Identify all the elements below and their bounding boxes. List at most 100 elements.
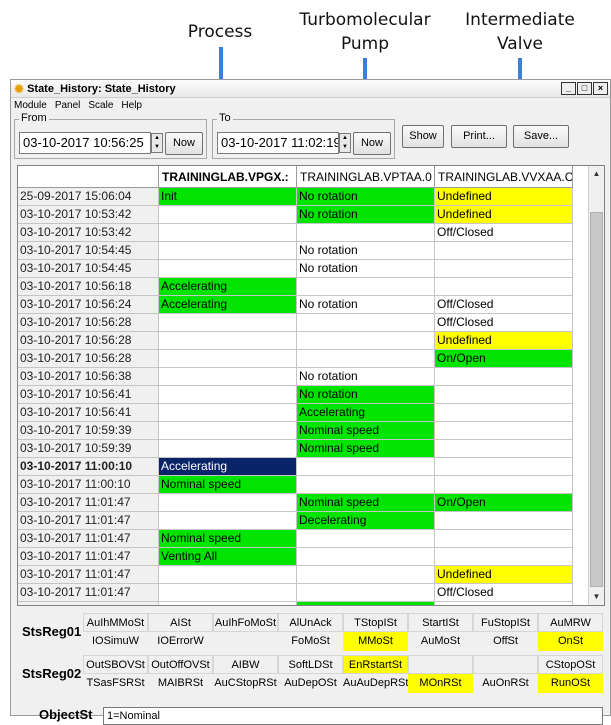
process-cell[interactable]: [159, 422, 297, 440]
turbo-pump-cell[interactable]: Nominal speed: [297, 422, 435, 440]
process-cell[interactable]: Accelerating: [159, 278, 297, 296]
process-cell[interactable]: [159, 602, 297, 605]
menu-help[interactable]: Help: [121, 100, 142, 111]
valve-cell[interactable]: [435, 530, 573, 548]
turbo-pump-cell[interactable]: Decelerating: [297, 512, 435, 530]
turbo-pump-cell[interactable]: No rotation: [297, 296, 435, 314]
close-icon[interactable]: ×: [593, 82, 608, 95]
turbo-pump-cell[interactable]: [297, 566, 435, 584]
valve-cell[interactable]: Undefined: [435, 332, 573, 350]
from-now-button[interactable]: Now: [165, 132, 203, 155]
turbo-pump-cell[interactable]: Nominal speed: [297, 440, 435, 458]
valve-cell[interactable]: Undefined: [435, 188, 573, 206]
save-button[interactable]: Save...: [513, 125, 569, 148]
header-process[interactable]: TRAININGLAB.VPGX.:: [159, 166, 297, 188]
from-spinner[interactable]: ▲ ▼: [151, 133, 163, 153]
time-cell[interactable]: 03-10-2017 10:59:39: [18, 422, 159, 440]
time-cell[interactable]: 03-10-2017 11:02:27: [18, 602, 159, 605]
process-cell[interactable]: Venting All: [159, 548, 297, 566]
valve-cell[interactable]: Off/Closed: [435, 224, 573, 242]
time-cell[interactable]: 03-10-2017 10:56:18: [18, 278, 159, 296]
table-row[interactable]: 03-10-2017 10:53:42 Off/Closed: [18, 224, 573, 242]
time-cell[interactable]: 03-10-2017 10:53:42: [18, 224, 159, 242]
turbo-pump-cell[interactable]: [297, 476, 435, 494]
process-cell[interactable]: Nominal speed: [159, 530, 297, 548]
time-cell[interactable]: 03-10-2017 11:01:47: [18, 548, 159, 566]
process-cell[interactable]: [159, 242, 297, 260]
time-cell[interactable]: 03-10-2017 10:56:38: [18, 368, 159, 386]
table-row[interactable]: 03-10-2017 11:01:47 Nominal speed: [18, 530, 573, 548]
turbo-pump-cell[interactable]: [297, 224, 435, 242]
valve-cell[interactable]: Undefined: [435, 566, 573, 584]
process-cell[interactable]: Init: [159, 188, 297, 206]
time-cell[interactable]: 03-10-2017 11:01:47: [18, 584, 159, 602]
time-cell[interactable]: 03-10-2017 11:01:47: [18, 494, 159, 512]
table-row[interactable]: 03-10-2017 11:02:27 Decelerating: [18, 602, 573, 605]
time-cell[interactable]: 03-10-2017 10:53:42: [18, 206, 159, 224]
to-now-button[interactable]: Now: [353, 132, 391, 155]
menu-module[interactable]: Module: [14, 100, 47, 111]
table-row[interactable]: 03-10-2017 10:53:42 No rotation Undefined: [18, 206, 573, 224]
show-button[interactable]: Show: [402, 125, 444, 148]
turbo-pump-cell[interactable]: No rotation: [297, 386, 435, 404]
process-cell[interactable]: [159, 332, 297, 350]
turbo-pump-cell[interactable]: No rotation: [297, 368, 435, 386]
process-cell[interactable]: [159, 512, 297, 530]
valve-cell[interactable]: [435, 602, 573, 605]
table-row[interactable]: 03-10-2017 10:56:41 No rotation: [18, 386, 573, 404]
table-row[interactable]: 03-10-2017 10:56:18 Accelerating: [18, 278, 573, 296]
print-button[interactable]: Print...: [451, 125, 507, 148]
valve-cell[interactable]: Off/Closed: [435, 296, 573, 314]
restore-icon[interactable]: □: [577, 82, 592, 95]
scroll-up-icon[interactable]: ▲: [589, 166, 604, 182]
minimize-icon[interactable]: _: [561, 82, 576, 95]
turbo-pump-cell[interactable]: [297, 314, 435, 332]
time-cell[interactable]: 03-10-2017 10:54:45: [18, 260, 159, 278]
valve-cell[interactable]: [435, 368, 573, 386]
valve-cell[interactable]: On/Open: [435, 350, 573, 368]
table-row[interactable]: 03-10-2017 10:54:45 No rotation: [18, 242, 573, 260]
from-date-input[interactable]: 03-10-2017 10:56:25: [19, 132, 151, 154]
table-row[interactable]: 03-10-2017 11:01:47 Venting All: [18, 548, 573, 566]
turbo-pump-cell[interactable]: No rotation: [297, 260, 435, 278]
process-cell[interactable]: [159, 368, 297, 386]
valve-cell[interactable]: [435, 404, 573, 422]
turbo-pump-cell[interactable]: Nominal speed: [297, 494, 435, 512]
header-time[interactable]: [18, 166, 159, 188]
time-cell[interactable]: 03-10-2017 10:56:28: [18, 314, 159, 332]
turbo-pump-cell[interactable]: [297, 530, 435, 548]
table-row[interactable]: 25-09-2017 15:06:04 Init No rotation Undefi…: [18, 188, 573, 206]
process-cell[interactable]: Accelerating: [159, 458, 297, 476]
valve-cell[interactable]: [435, 386, 573, 404]
turbo-pump-cell[interactable]: No rotation: [297, 206, 435, 224]
valve-cell[interactable]: [435, 512, 573, 530]
table-row[interactable]: 03-10-2017 11:01:47 Decelerating: [18, 512, 573, 530]
table-row[interactable]: 03-10-2017 11:01:47 Nominal speed On/Open: [18, 494, 573, 512]
time-cell[interactable]: 03-10-2017 10:56:28: [18, 332, 159, 350]
valve-cell[interactable]: Off/Closed: [435, 314, 573, 332]
valve-cell[interactable]: [435, 458, 573, 476]
turbo-pump-cell[interactable]: [297, 548, 435, 566]
table-row[interactable]: 03-10-2017 11:01:47 Undefined: [18, 566, 573, 584]
turbo-pump-cell[interactable]: No rotation: [297, 188, 435, 206]
turbo-pump-cell[interactable]: Accelerating: [297, 404, 435, 422]
to-spinner[interactable]: ▲ ▼: [339, 133, 351, 153]
table-row[interactable]: 03-10-2017 10:56:24 Accelerating No rotati…: [18, 296, 573, 314]
table-row[interactable]: 03-10-2017 10:56:28 Undefined: [18, 332, 573, 350]
header-valve[interactable]: TRAININGLAB.VVXAA.C: [435, 166, 573, 188]
valve-cell[interactable]: [435, 548, 573, 566]
time-cell[interactable]: 03-10-2017 11:01:47: [18, 530, 159, 548]
process-cell[interactable]: [159, 260, 297, 278]
process-cell[interactable]: [159, 314, 297, 332]
turbo-pump-cell[interactable]: [297, 332, 435, 350]
table-row[interactable]: 03-10-2017 10:56:28 Off/Closed: [18, 314, 573, 332]
time-cell[interactable]: 03-10-2017 10:56:24: [18, 296, 159, 314]
valve-cell[interactable]: [435, 260, 573, 278]
to-date-input[interactable]: 03-10-2017 11:02:19: [217, 132, 339, 154]
time-cell[interactable]: 25-09-2017 15:06:04: [18, 188, 159, 206]
process-cell[interactable]: [159, 350, 297, 368]
table-row[interactable]: 03-10-2017 11:00:10 Accelerating: [18, 458, 573, 476]
turbo-pump-cell[interactable]: [297, 584, 435, 602]
valve-cell[interactable]: Undefined: [435, 206, 573, 224]
valve-cell[interactable]: [435, 422, 573, 440]
